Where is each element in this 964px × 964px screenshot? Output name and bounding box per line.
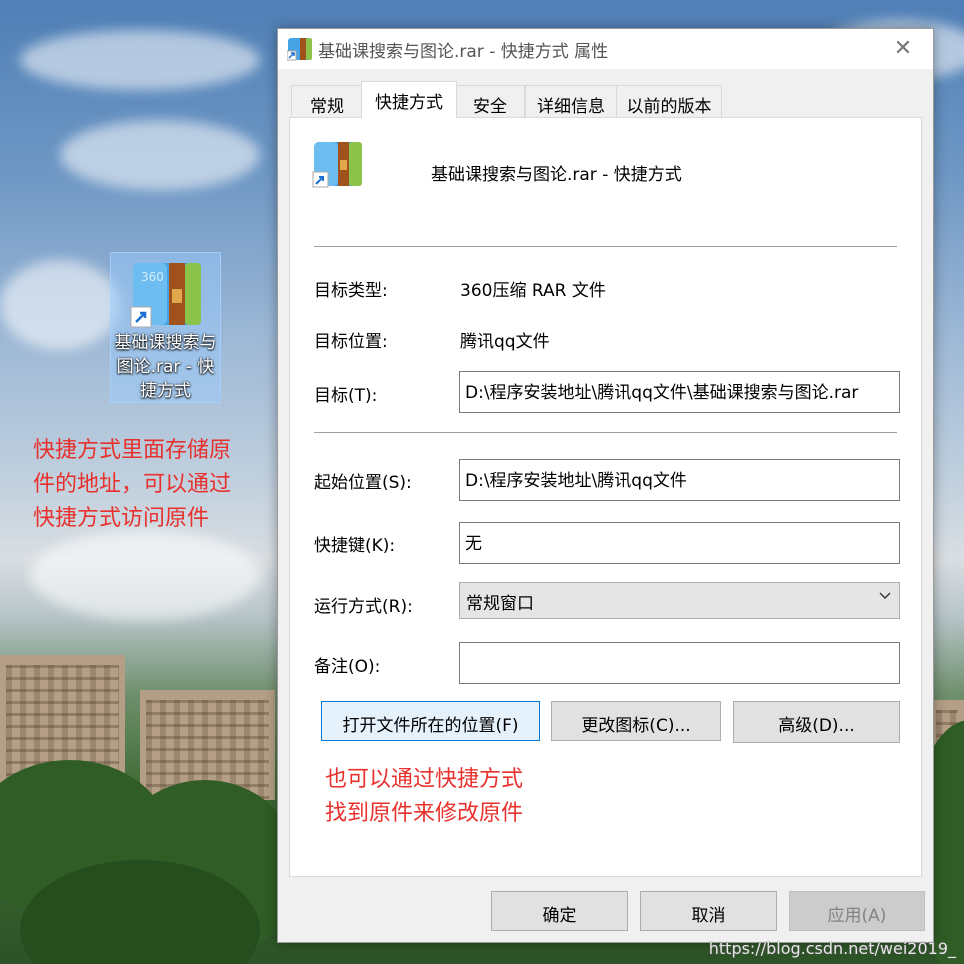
winrar-archive-icon (312, 140, 364, 194)
annotation-line: 快捷方式里面存储原 (33, 438, 232, 463)
desktop-shortcut-label: 基础课搜索与图论.rar - 快捷方式 (114, 333, 217, 401)
start-in-field[interactable]: D:\程序安装地址\腾讯qq文件 (459, 459, 900, 501)
window-title: 基础课搜索与图论.rar - 快捷方式 属性 (318, 42, 609, 62)
run-label: 运行方式(R): (314, 597, 413, 617)
desktop-shortcut-icon[interactable]: 360 基础课搜索与图论.rar - 快捷方式 (110, 252, 221, 403)
winrar-archive-icon: 360 (129, 259, 205, 335)
hotkey-label: 快捷键(K): (314, 536, 396, 556)
target-label: 目标(T): (314, 386, 378, 406)
tab-previous-versions[interactable]: 以前的版本 (616, 85, 722, 117)
target-location-value: 腾讯qq文件 (460, 332, 550, 352)
divider (314, 246, 897, 247)
tab-security[interactable]: 安全 (455, 85, 525, 117)
run-select-value: 常规窗口 (466, 594, 534, 614)
chevron-down-icon (879, 589, 891, 605)
annotation-left: 快捷方式里面存储原 件的地址，可以通过 快捷方式访问原件 (33, 434, 231, 536)
tab-details[interactable]: 详细信息 (525, 85, 617, 117)
tab-shortcut[interactable]: 快捷方式 (361, 81, 457, 118)
title-bar[interactable]: 基础课搜索与图论.rar - 快捷方式 属性 ✕ (278, 29, 933, 69)
target-type-value: 360压缩 RAR 文件 (460, 281, 606, 301)
ok-button[interactable]: 确定 (491, 891, 628, 931)
apply-button[interactable]: 应用(A) (789, 891, 925, 931)
svg-text:360: 360 (141, 270, 164, 284)
advanced-button[interactable]: 高级(D)... (733, 701, 900, 743)
watermark: https://blog.csdn.net/wei2019_ (708, 939, 956, 958)
annotation-line: 件的地址，可以通过 (33, 472, 232, 497)
properties-dialog: 基础课搜索与图论.rar - 快捷方式 属性 ✕ 常规 快捷方式 安全 详细信息… (277, 28, 934, 943)
divider (314, 432, 897, 433)
target-field[interactable]: D:\程序安装地址\腾讯qq文件\基础课搜索与图论.rar (459, 371, 900, 413)
run-select[interactable]: 常规窗口 (459, 582, 900, 619)
comment-label: 备注(O): (314, 657, 381, 677)
change-icon-button[interactable]: 更改图标(C)... (551, 701, 721, 741)
annotation-line: 找到原件来修改原件 (325, 801, 524, 826)
hotkey-field[interactable]: 无 (459, 522, 900, 564)
annotation-line: 也可以通过快捷方式 (325, 767, 524, 792)
target-location-label: 目标位置: (314, 332, 388, 352)
tab-general[interactable]: 常规 (291, 85, 363, 117)
target-type-label: 目标类型: (314, 281, 388, 301)
shortcut-name: 基础课搜索与图论.rar - 快捷方式 (431, 165, 682, 185)
winrar-archive-icon (286, 37, 313, 65)
annotation-dialog: 也可以通过快捷方式 找到原件来修改原件 (325, 763, 523, 831)
cancel-button[interactable]: 取消 (640, 891, 777, 931)
close-icon[interactable]: ✕ (881, 33, 925, 65)
comment-field[interactable] (459, 642, 900, 684)
shortcut-tab-panel: 基础课搜索与图论.rar - 快捷方式 目标类型: 360压缩 RAR 文件 目… (289, 117, 922, 877)
start-in-label: 起始位置(S): (314, 473, 412, 493)
annotation-line: 快捷方式访问原件 (33, 506, 210, 531)
open-file-location-button[interactable]: 打开文件所在的位置(F) (321, 701, 540, 741)
